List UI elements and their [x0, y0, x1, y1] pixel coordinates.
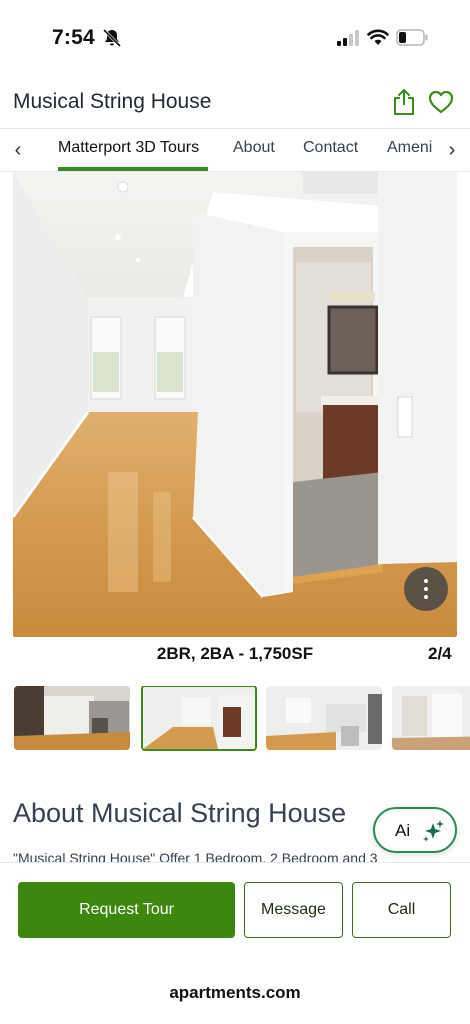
thumbnail-3[interactable] — [266, 686, 382, 750]
main-photo[interactable] — [13, 172, 457, 637]
cellular-signal-icon — [337, 30, 359, 46]
photo-menu-button[interactable] — [404, 567, 448, 611]
thumbnail-strip — [0, 686, 470, 752]
battery-icon — [396, 29, 428, 46]
photo-counter: 2/4 — [428, 644, 452, 663]
more-dot — [424, 595, 428, 599]
about-heading: About Musical String House — [13, 798, 347, 828]
bell-slash-icon — [102, 28, 122, 48]
status-time: 7:54 — [52, 26, 95, 49]
tab-amenities[interactable]: Ameni — [387, 139, 437, 157]
ai-assistant-button[interactable]: Ai — [373, 807, 457, 853]
more-dots-icon — [424, 579, 428, 583]
ai-label: Ai — [395, 821, 411, 840]
thumbnail-4[interactable] — [392, 686, 470, 750]
site-brand[interactable]: apartments.com — [0, 983, 470, 1003]
thumbnail-2[interactable] — [141, 686, 257, 751]
request-tour-button[interactable]: Request Tour — [18, 882, 235, 938]
heart-icon[interactable] — [428, 90, 454, 114]
call-button[interactable]: Call — [352, 882, 451, 938]
photo-caption: 2BR, 2BA - 1,750SF — [156, 644, 314, 663]
status-bar: 7:54 — [0, 0, 470, 76]
sparkle-icon — [423, 820, 444, 842]
chevron-right-icon[interactable]: › — [442, 139, 462, 162]
tab-contact[interactable]: Contact — [303, 139, 358, 157]
chevron-left-icon[interactable]: ‹ — [8, 139, 28, 162]
tab-matterport-3d-tours[interactable]: Matterport 3D Tours — [58, 139, 199, 157]
apartment-hallway-photo — [13, 172, 457, 637]
wifi-icon — [367, 29, 389, 45]
tab-about[interactable]: About — [233, 139, 275, 157]
listing-header: Musical String House — [0, 80, 470, 126]
thumbnail-1[interactable] — [14, 686, 130, 750]
active-tab-indicator — [58, 167, 208, 171]
action-bar: Request Tour Message Call apartments.com — [0, 862, 470, 1024]
page-title: Musical String House — [13, 90, 212, 113]
section-tabs: ‹ Matterport 3D Tours About Contact Amen… — [0, 128, 470, 172]
share-icon[interactable] — [392, 88, 416, 116]
message-button[interactable]: Message — [244, 882, 343, 938]
more-dot — [424, 587, 428, 591]
